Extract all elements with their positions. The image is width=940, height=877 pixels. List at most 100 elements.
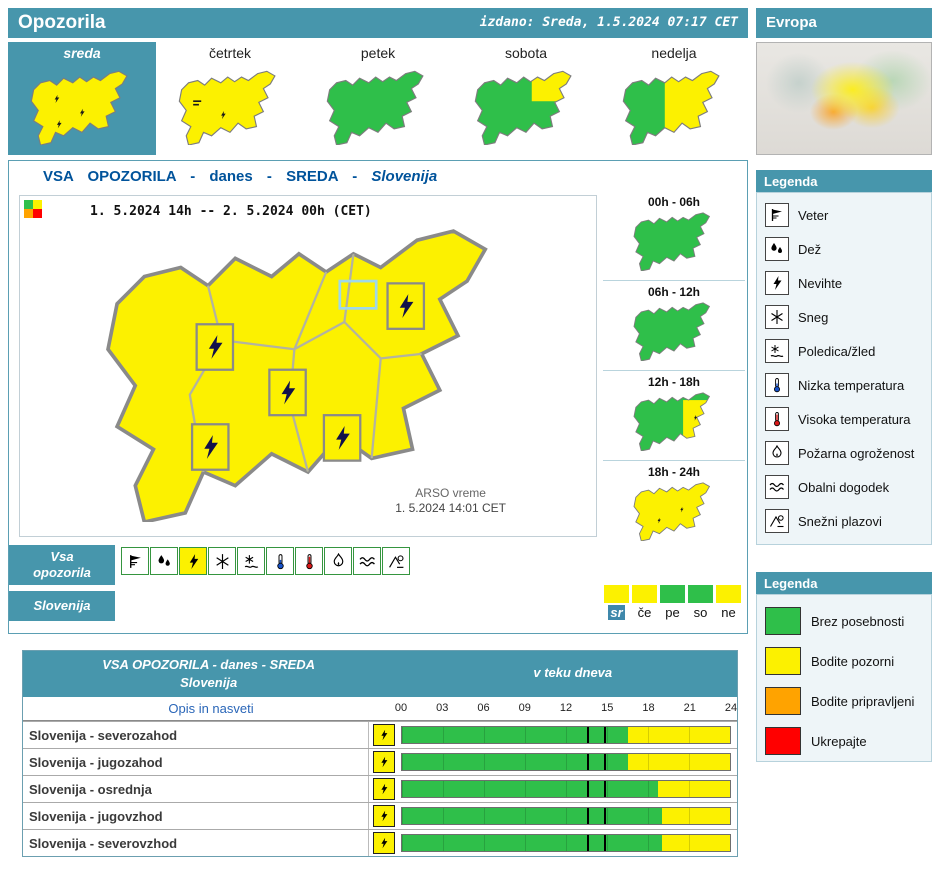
tab-label: nedelja: [600, 45, 748, 61]
region-link[interactable]: Slovenija - severovzhod: [23, 830, 369, 856]
day-ce[interactable]: če: [632, 585, 657, 622]
tab-sobota[interactable]: sobota: [452, 42, 600, 155]
warning-timeline-bar: [401, 807, 731, 825]
map-credit: ARSO vreme 1. 5.2024 14:01 CET: [395, 486, 506, 516]
legend-icons: Veter Dež Nevihte Sneg Poledica/žled Niz…: [756, 192, 932, 545]
time-map-00-06[interactable]: 00h - 06h: [603, 191, 745, 280]
region-link[interactable]: Slovenija - osrednja: [23, 776, 369, 802]
time-tick: 06: [477, 702, 489, 714]
storm-marker: [197, 324, 233, 369]
slovenia-mini-map: [468, 69, 584, 145]
day-ne[interactable]: ne: [716, 585, 741, 622]
time-map-06-12[interactable]: 06h - 12h: [603, 280, 745, 370]
fire-risk-icon[interactable]: [324, 547, 352, 575]
time-map-18-24[interactable]: 18h - 24h: [603, 460, 745, 550]
legend-levels-title: Legenda: [756, 572, 932, 594]
high-temperature-icon[interactable]: [295, 547, 323, 575]
warnings-table: VSA OPOZORILA - danes - SREDA Slovenija …: [22, 650, 738, 857]
time-tick: 09: [519, 702, 531, 714]
day-label[interactable]: sr: [608, 605, 624, 620]
ice-icon[interactable]: [237, 547, 265, 575]
tab-label: četrtek: [156, 45, 304, 61]
day-selector: sr če pe so ne: [604, 585, 741, 622]
tab-cetrtek[interactable]: četrtek: [156, 42, 304, 155]
tab-label: petek: [304, 45, 452, 61]
legend-item-label: Nevihte: [798, 276, 842, 291]
time-map-12-18[interactable]: 12h - 18h: [603, 370, 745, 460]
day-label[interactable]: ne: [719, 605, 737, 620]
legend-levels: Brez posebnosti Bodite pozorni Bodite pr…: [756, 594, 932, 762]
legend-level-label: Bodite pozorni: [811, 654, 894, 669]
level-orange-swatch: [765, 687, 801, 715]
legend-item: Dež: [757, 232, 931, 266]
coastal-event-icon[interactable]: [353, 547, 381, 575]
day-sr[interactable]: sr: [604, 585, 629, 622]
slovenia-map: [38, 222, 578, 522]
region-link[interactable]: Slovenija - jugozahod: [23, 749, 369, 775]
day-so[interactable]: so: [688, 585, 713, 622]
slovenia-mini-map: [620, 301, 728, 361]
day-color-square[interactable]: [716, 585, 741, 603]
europe-header[interactable]: Evropa: [756, 8, 932, 38]
time-tick: 21: [684, 702, 696, 714]
level-red-swatch: [765, 727, 801, 755]
bar-green-segment: [402, 727, 628, 743]
warnings-table-right-title: v teku dneva: [409, 665, 737, 680]
warning-map[interactable]: 1. 5.2024 14h -- 2. 5.2024 00h (CET): [19, 195, 597, 537]
day-color-square[interactable]: [688, 585, 713, 603]
page-header: Opozorila izdano: Sreda, 1.5.2024 07:17 …: [8, 8, 748, 38]
time-tick: 15: [601, 702, 613, 714]
snow-icon[interactable]: [208, 547, 236, 575]
day-color-square[interactable]: [632, 585, 657, 603]
storm-icon: [373, 832, 395, 854]
time-tick: 24: [725, 702, 737, 714]
rain-icon: [765, 237, 789, 261]
fire-risk-icon: [765, 441, 789, 465]
bar-green-segment: [402, 808, 662, 824]
warnings-page: Opozorila izdano: Sreda, 1.5.2024 07:17 …: [0, 0, 940, 877]
description-column-header: Opis in nasveti: [23, 701, 399, 716]
region-link[interactable]: Slovenija - severozahod: [23, 722, 369, 748]
legend-item-label: Veter: [798, 208, 828, 223]
legend-item-label: Nizka temperatura: [798, 378, 904, 393]
warnings-table-title-line2: Slovenija: [23, 674, 394, 692]
storm-icon: [765, 271, 789, 295]
main-title-region: Slovenija: [371, 168, 437, 185]
rain-icon[interactable]: [150, 547, 178, 575]
legend-icons-title: Legenda: [756, 170, 932, 192]
bar-green-segment: [402, 835, 662, 851]
storm-icon[interactable]: [179, 547, 207, 575]
tab-nedelja[interactable]: nedelja: [600, 42, 748, 155]
legend-item: Snežni plazovi: [757, 504, 931, 538]
europe-map[interactable]: [756, 42, 932, 155]
time-tick: 03: [436, 702, 448, 714]
slovenia-row-label: Slovenija: [9, 591, 115, 621]
time-tick: 18: [642, 702, 654, 714]
legend-level-label: Ukrepajte: [811, 734, 867, 749]
region-link[interactable]: Slovenija - jugovzhod: [23, 803, 369, 829]
avalanche-icon[interactable]: [382, 547, 410, 575]
day-label[interactable]: če: [636, 605, 654, 620]
day-color-square[interactable]: [604, 585, 629, 603]
storm-marker: [192, 424, 228, 469]
tab-sreda[interactable]: sreda: [8, 42, 156, 155]
tab-label: sreda: [8, 45, 156, 61]
level-green-swatch: [765, 607, 801, 635]
day-label[interactable]: so: [692, 605, 710, 620]
legend-item: Visoka temperatura: [757, 402, 931, 436]
time-marker: [604, 835, 606, 851]
main-title: VSA OPOZORILA - danes - SREDA - Slovenij…: [43, 168, 437, 185]
low-temperature-icon[interactable]: [266, 547, 294, 575]
day-pe[interactable]: pe: [660, 585, 685, 622]
slovenia-mini-map: [620, 481, 728, 541]
storm-icon: [373, 805, 395, 827]
day-color-square[interactable]: [660, 585, 685, 603]
slovenia-mini-map: [172, 69, 288, 145]
wind-icon[interactable]: [121, 547, 149, 575]
bar-green-segment: [402, 781, 658, 797]
tab-petek[interactable]: petek: [304, 42, 452, 155]
day-label[interactable]: pe: [663, 605, 681, 620]
legend-item-label: Požarna ogroženost: [798, 446, 914, 461]
legend-item: Veter: [757, 198, 931, 232]
high-temperature-icon: [765, 407, 789, 431]
